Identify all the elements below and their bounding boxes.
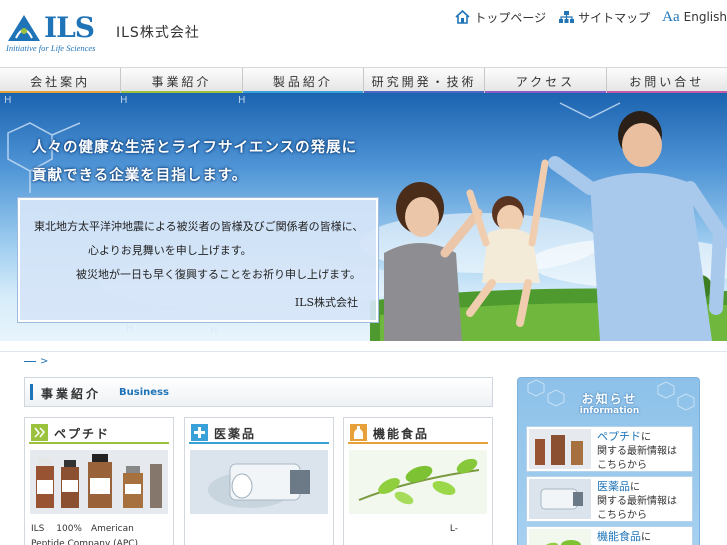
top-page-label: トップページ bbox=[474, 10, 547, 25]
peptide-card[interactable]: ペプチド ILS 100% American Peptide Company (… bbox=[24, 417, 174, 545]
svg-text:H: H bbox=[210, 325, 218, 336]
news-pharma-line2: 関する最新情報は bbox=[597, 496, 677, 507]
food-card-header: 機能食品 bbox=[348, 422, 488, 444]
news-peptide-highlight: ペプチド bbox=[597, 430, 641, 443]
home-icon bbox=[455, 10, 470, 24]
news-food-highlight: 機能食品 bbox=[597, 530, 641, 543]
news-item-pharma[interactable]: 医薬品に 関する最新情報は こちらから bbox=[526, 476, 693, 522]
news-item-peptide[interactable]: ペプチドに 関する最新情報は こちらから bbox=[526, 426, 693, 472]
nav-access-label: アクセス bbox=[515, 74, 576, 89]
news-subtitle: information bbox=[579, 406, 640, 416]
sitemap-icon bbox=[559, 11, 575, 23]
sitemap-label: サイトマップ bbox=[578, 10, 651, 25]
nav-research[interactable]: 研究開発・技術 bbox=[363, 68, 486, 94]
news-text-food: 機能食品に bbox=[597, 530, 651, 545]
nav-research-label: 研究開発・技術 bbox=[371, 74, 477, 89]
breadcrumb-home-link[interactable] bbox=[24, 360, 36, 362]
pharma-card-header: 医薬品 bbox=[189, 422, 329, 444]
news-pharma-line3: こちらから bbox=[597, 510, 647, 521]
pharma-card[interactable]: 医薬品 bbox=[184, 417, 334, 545]
peptide-vials-image bbox=[30, 450, 168, 514]
news-thumb-food bbox=[529, 529, 591, 545]
news-thumb-peptide bbox=[529, 429, 591, 469]
nav-contact-label: お問い合せ bbox=[629, 74, 705, 89]
business-title-en: Business bbox=[119, 387, 169, 398]
nav-business[interactable]: 事業紹介 bbox=[121, 68, 243, 94]
utility-links: トップページ サイトマップ Aa English bbox=[442, 8, 727, 26]
company-name: ILS株式会社 bbox=[116, 25, 200, 41]
site-header: ILS Initiative for Life Sciences ILS株式会社… bbox=[0, 0, 727, 66]
news-peptide-line2: 関する最新情報は bbox=[597, 446, 677, 457]
nav-company-label: 会社案内 bbox=[30, 74, 91, 89]
food-card[interactable]: 機能食品 L- bbox=[343, 417, 493, 545]
pharma-card-title: 医薬品 bbox=[214, 427, 257, 441]
svg-text:H: H bbox=[4, 95, 12, 106]
business-section-header: 事業紹介 Business bbox=[24, 377, 493, 407]
notice-line2: 心よりお見舞いを申し上げます。 bbox=[88, 244, 252, 257]
food-card-text: L- bbox=[449, 524, 458, 534]
notice-signature: ILS株式会社 bbox=[294, 296, 358, 309]
main-content: > 事業紹介 Business ペプチド ILS 100% American P… bbox=[0, 351, 727, 545]
breadcrumb: > bbox=[24, 356, 48, 367]
business-title-jp: 事業紹介 bbox=[41, 387, 102, 401]
main-nav: 会社案内 事業紹介 製品紹介 研究開発・技術 アクセス お問い合せ bbox=[0, 67, 727, 94]
logo-text: ILS bbox=[44, 11, 95, 44]
news-item-food[interactable]: 機能食品に bbox=[526, 526, 693, 545]
news-title: お知らせ bbox=[581, 392, 638, 406]
news-pharma-highlight: 医薬品 bbox=[597, 480, 630, 493]
bottle-icon bbox=[350, 424, 367, 441]
english-label: English bbox=[683, 10, 727, 24]
peptide-card-text: ILS 100% American Peptide Company (APC) bbox=[31, 524, 139, 545]
nav-products-label: 製品紹介 bbox=[272, 74, 333, 89]
news-food-suffix: に bbox=[641, 532, 651, 543]
hero-tagline-line2: 貢献できる企業を目指します。 bbox=[32, 168, 248, 184]
nav-contact[interactable]: お問い合せ bbox=[606, 68, 727, 94]
ils-logo[interactable]: ILS Initiative for Life Sciences bbox=[4, 12, 104, 54]
svg-text:H: H bbox=[120, 95, 128, 106]
peptide-card-title: ペプチド bbox=[54, 427, 111, 441]
english-aa-icon: Aa bbox=[662, 8, 680, 25]
english-link[interactable]: Aa English bbox=[662, 9, 727, 26]
peptide-card-header: ペプチド bbox=[29, 422, 169, 444]
breadcrumb-separator: > bbox=[40, 356, 49, 367]
nav-company[interactable]: 会社案内 bbox=[0, 68, 122, 94]
hero-banner: HHH OHH 人々の健康な生活とライフサイエンスの発展に 貢献できる企業を目指… bbox=[0, 93, 727, 341]
nav-business-label: 事業紹介 bbox=[151, 74, 212, 89]
earthquake-notice: 東北地方太平洋沖地震による被災者の皆様及びご関係者の皆様に、 心よりお見舞いを申… bbox=[18, 198, 378, 322]
news-peptide-line3: こちらから bbox=[597, 460, 647, 471]
svg-text:H: H bbox=[126, 323, 134, 334]
leaf-image bbox=[349, 450, 487, 514]
cross-icon bbox=[191, 424, 208, 441]
hero-tagline-line1: 人々の健康な生活とライフサイエンスの発展に bbox=[32, 140, 358, 156]
news-panel: お知らせ information ペプチドに 関する最新情報は こちらから 医薬… bbox=[517, 377, 700, 545]
news-text-peptide: ペプチドに 関する最新情報は こちらから bbox=[597, 430, 677, 473]
nav-access[interactable]: アクセス bbox=[485, 68, 607, 94]
pharma-vial-image bbox=[190, 450, 328, 514]
notice-line1: 東北地方太平洋沖地震による被災者の皆様及びご関係者の皆様に、 bbox=[34, 220, 364, 233]
section-stripe bbox=[30, 384, 33, 400]
logo-subtitle: Initiative for Life Sciences bbox=[6, 43, 96, 53]
news-thumb-pharma bbox=[529, 479, 591, 519]
news-pharma-suffix: に bbox=[630, 482, 640, 493]
notice-line3: 被災地が一日も早く復興することをお祈り申し上げます。 bbox=[76, 268, 361, 281]
news-peptide-suffix: に bbox=[641, 432, 651, 443]
peptide-icon bbox=[31, 424, 48, 441]
sitemap-link[interactable]: サイトマップ bbox=[558, 9, 650, 26]
nav-products[interactable]: 製品紹介 bbox=[242, 68, 364, 94]
food-card-title: 機能食品 bbox=[373, 427, 430, 441]
logo-mark-icon bbox=[8, 15, 40, 41]
svg-text:H: H bbox=[238, 95, 246, 106]
news-text-pharma: 医薬品に 関する最新情報は こちらから bbox=[597, 480, 677, 523]
top-page-link[interactable]: トップページ bbox=[454, 9, 546, 26]
